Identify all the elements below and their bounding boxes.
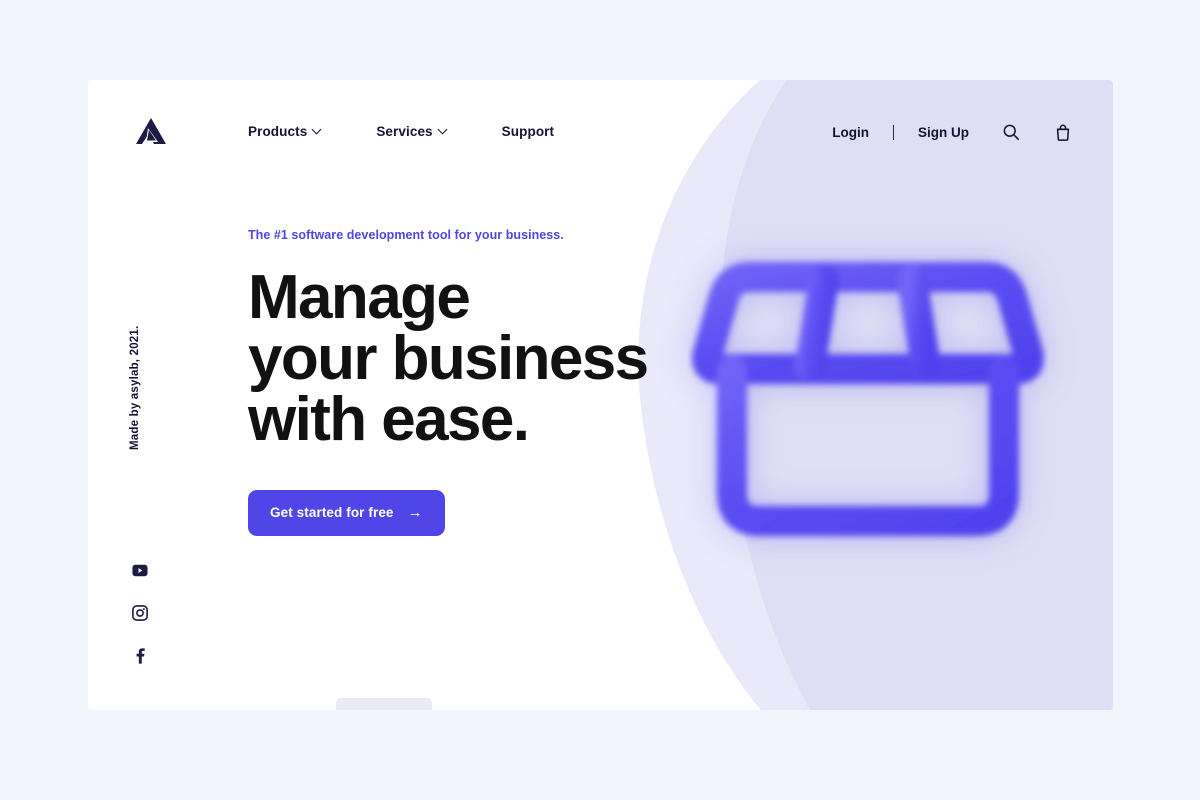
login-link[interactable]: Login [832,125,869,140]
instagram-icon[interactable] [132,605,148,621]
social-links [132,562,148,664]
hero-eyebrow: The #1 software development tool for you… [248,228,564,242]
storefront-illustration [688,235,1048,565]
nav-item-support[interactable]: Support [502,124,554,139]
page-title: Manage your business with ease. [248,263,718,454]
youtube-icon[interactable] [132,562,148,578]
get-started-button[interactable]: Get started for free → [248,490,445,537]
chevron-down-icon [313,125,322,134]
nav-label-services: Services [376,124,433,139]
nav-separator [893,124,894,140]
get-started-label: Get started for free [270,505,394,521]
hero-card: Products Services Support Login Sign Up [88,80,1113,710]
hero-copy: The #1 software development tool for you… [248,228,718,537]
signup-link[interactable]: Sign Up [918,125,969,140]
headline-line-2: your business [248,323,649,393]
scroll-down-card[interactable] [336,698,432,710]
navbar: Products Services Support Login Sign Up [88,80,1113,188]
nav-label-support: Support [501,124,555,139]
nav-label-products: Products [248,124,308,139]
chevron-down-icon [439,125,448,134]
primary-nav: Products Services Support [248,124,554,139]
nav-item-services[interactable]: Services [376,124,447,139]
asylab-logo[interactable] [134,116,168,148]
headline-line-1: Manage [248,263,471,332]
account-nav: Login Sign Up [832,122,1073,142]
search-icon[interactable] [1001,122,1021,142]
shopping-bag-icon[interactable] [1053,122,1073,142]
facebook-icon[interactable] [132,648,148,664]
headline-line-3: with ease. [248,384,530,454]
arrow-right-icon: → [407,504,423,522]
nav-item-products[interactable]: Products [248,124,322,139]
made-by-credit: Made by asylab, 2021. [129,325,141,450]
